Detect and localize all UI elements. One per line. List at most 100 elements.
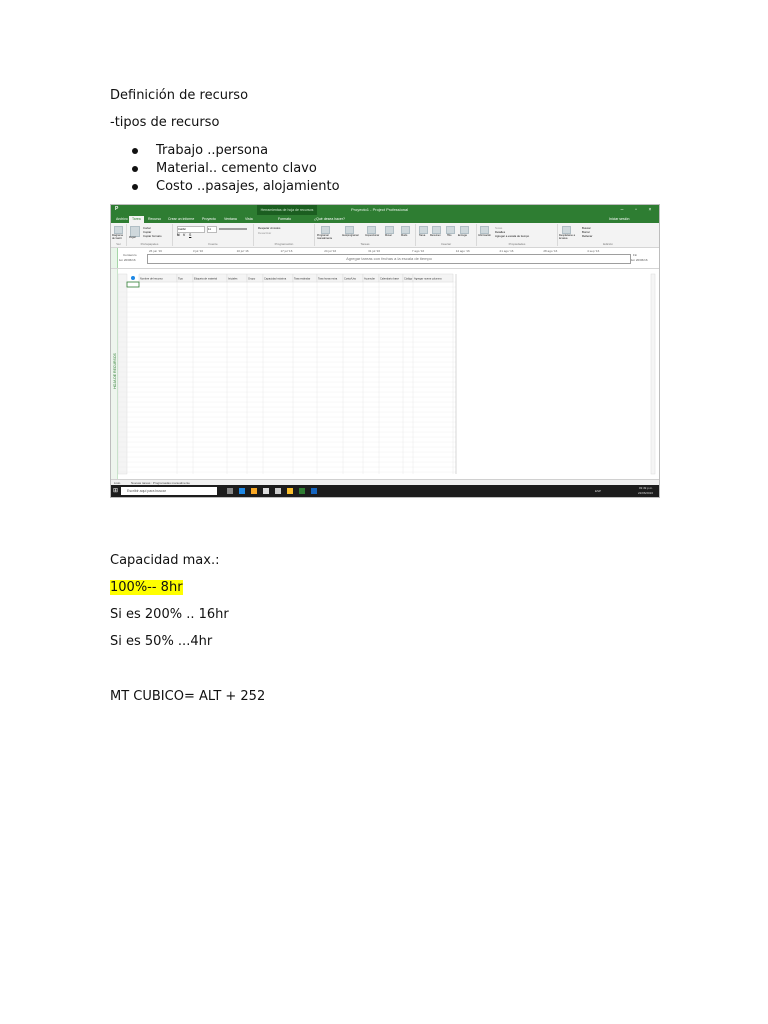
column-header-label: Calendario base [380,277,399,281]
timeline-date-label: 24 jul '16 [324,249,336,253]
formula-line: MT CUBICO= ALT + 252 [110,689,266,704]
move-label: Mover [385,234,392,237]
group-label: Propiedades [508,242,526,246]
gantt-icon[interactable] [114,226,123,234]
ribbon-group-tareas: Programar manualmente Autoprogramar Insp… [315,224,416,246]
paste-label: Pegar [129,236,136,239]
font-size-select[interactable]: 11 [207,226,217,233]
timeline-bar[interactable]: Agregar tareas con fechas a la escala de… [147,254,631,264]
project-app-icon[interactable] [299,488,305,494]
ribbon-group-propiedades: Información Notas Detalles Agregar a esc… [477,224,558,246]
information-label: Información [478,234,492,237]
mode-icon[interactable] [401,226,410,234]
fill-button[interactable]: Rellenar [582,234,592,238]
tab-recurso[interactable]: Recurso [145,216,164,223]
column-header-label: Grupo [248,277,256,281]
underline-button[interactable]: S [189,233,191,237]
milestone-label: Hito [447,234,452,237]
project-screenshot: P Herramientas de hoja de recursos Proye… [110,204,660,498]
respect-links-button[interactable]: Respetar vínculos [258,226,280,230]
gantt-label: Diagrama de Gantt [112,234,123,240]
bold-button[interactable]: N [177,233,180,237]
ribbon-group-fuente: Calibri 11 N K S Fuente [173,224,254,246]
active-cell[interactable] [126,281,140,288]
tab-proyecto[interactable]: Proyecto [199,216,219,223]
timeline-date-label: 3 jul '16 [193,249,204,253]
summary-label: Resumen [430,234,441,237]
group-label: Ver [116,242,121,246]
taskbar-clock[interactable]: 03:49 p.m. 22/06/2016 [638,486,653,496]
tab-informe[interactable]: Crear un informe [165,216,197,223]
column-header-label: Nombre del recurso [140,277,163,281]
vertical-scrollbar[interactable] [650,273,656,475]
column-header-label: Tipo [178,277,184,281]
timeline-date-label: 31 jul '16 [368,249,380,253]
information-icon[interactable] [480,226,489,234]
tab-tarea[interactable]: Tarea [129,216,144,223]
timeline-end-label: Fin [633,253,638,257]
ribbon-group-portapapeles: Pegar Cortar Copiar Copiar formato Porta… [127,224,173,246]
timeline-pane: 26 jun '16 3 jul '16 10 jul '16 17 jul '16 2… [111,248,659,269]
move-icon[interactable] [385,226,394,234]
column-header-label: Agregar nueva columna [414,277,442,281]
windows-start-icon[interactable]: ⊞ [113,487,118,494]
indicators-icon [131,276,135,280]
timeline-ticks: 26 jun '16 3 jul '16 10 jul '16 17 jul '16 2… [149,249,600,253]
auto-schedule-icon[interactable] [345,226,354,234]
group-label: Edición [603,242,613,246]
column-header-label: Código [404,277,413,281]
chrome-icon[interactable] [287,488,293,494]
edge-icon[interactable] [239,488,245,494]
ribbon-tabs: Archivo Tarea Recurso Crear un informe P… [111,215,659,223]
inspect-icon[interactable] [367,226,376,234]
tell-me-search[interactable]: ¿Qué desea hacer? [311,216,348,223]
manual-schedule-label: Programar manualmente [317,234,333,240]
column-header-label: Tasa estándar [294,277,310,281]
inactivate-button[interactable]: Desactivar [258,231,271,235]
timeline-end-date: lun 20/06/16 [631,258,648,262]
tab-ventana[interactable]: Ventana [221,216,240,223]
list-item: Material.. cemento clavo [130,160,340,178]
timeline-date-label: 7 ago '16 [412,249,425,253]
mode-label: Modo [401,234,408,237]
italic-button[interactable]: K [183,233,185,237]
timeline-date-scale: 26 jun '16 3 jul '16 10 jul '16 17 jul '16 2… [149,249,600,253]
minimize-icon[interactable]: – [617,206,627,214]
indent-controls[interactable] [219,228,247,230]
tab-formato[interactable]: Formato [275,216,294,223]
maximize-icon[interactable]: ▫ [631,206,641,214]
language-indicator[interactable]: ESP [595,489,601,493]
explorer-icon[interactable] [251,488,257,494]
manual-schedule-icon[interactable] [321,226,330,234]
ribbon-group-edicion: Desplazarse a la tarea Buscar Borrar Rel… [558,224,658,246]
task-insert-icon[interactable] [419,226,428,234]
column-header-label: Capacidad máxima [264,277,287,281]
mail-icon[interactable] [275,488,281,494]
resource-grid[interactable]: Nombre del recurso Tipo Etiqueta de materi… [111,269,659,479]
ribbon-group-programacion: Respetar vínculos Desactivar Programació… [254,224,315,246]
highlighted-capacity: 100%-- 8hr [110,580,183,595]
sign-in-link[interactable]: Iniciar sesión [606,216,632,223]
scroll-to-task-icon[interactable] [562,226,571,234]
store-icon[interactable] [263,488,269,494]
task-insert-label: Tarea [419,234,426,237]
windows-taskbar: ⊞ Escribir aquí para buscar ESP 03:49 p.… [111,485,659,497]
deliverable-icon[interactable] [460,226,469,234]
add-timeline-button[interactable]: Agregar a escala de tiempo [495,234,529,238]
summary-icon[interactable] [432,226,441,234]
taskbar-search[interactable]: Escribir aquí para buscar [121,487,217,495]
ribbon-group-insertar: Tarea Resumen Hito Entrega Insertar [416,224,477,246]
milestone-icon[interactable] [446,226,455,234]
group-label: Tareas [360,242,370,246]
close-icon[interactable]: × [645,206,655,214]
tab-vista[interactable]: Vista [242,216,256,223]
document-heading: Definición de recurso [110,88,249,103]
copy-format-button[interactable]: Copiar formato [143,234,162,238]
font-select[interactable]: Calibri [177,226,205,233]
ribbon-group-ver: Diagrama de Gantt Ver [111,224,127,246]
word-app-icon[interactable] [311,488,317,494]
column-header-label: Costo/Uso [344,277,357,281]
task-view-icon[interactable] [227,488,233,494]
group-label: Portapapeles [140,242,159,246]
timeline-start-label: Comienzo [123,253,137,257]
